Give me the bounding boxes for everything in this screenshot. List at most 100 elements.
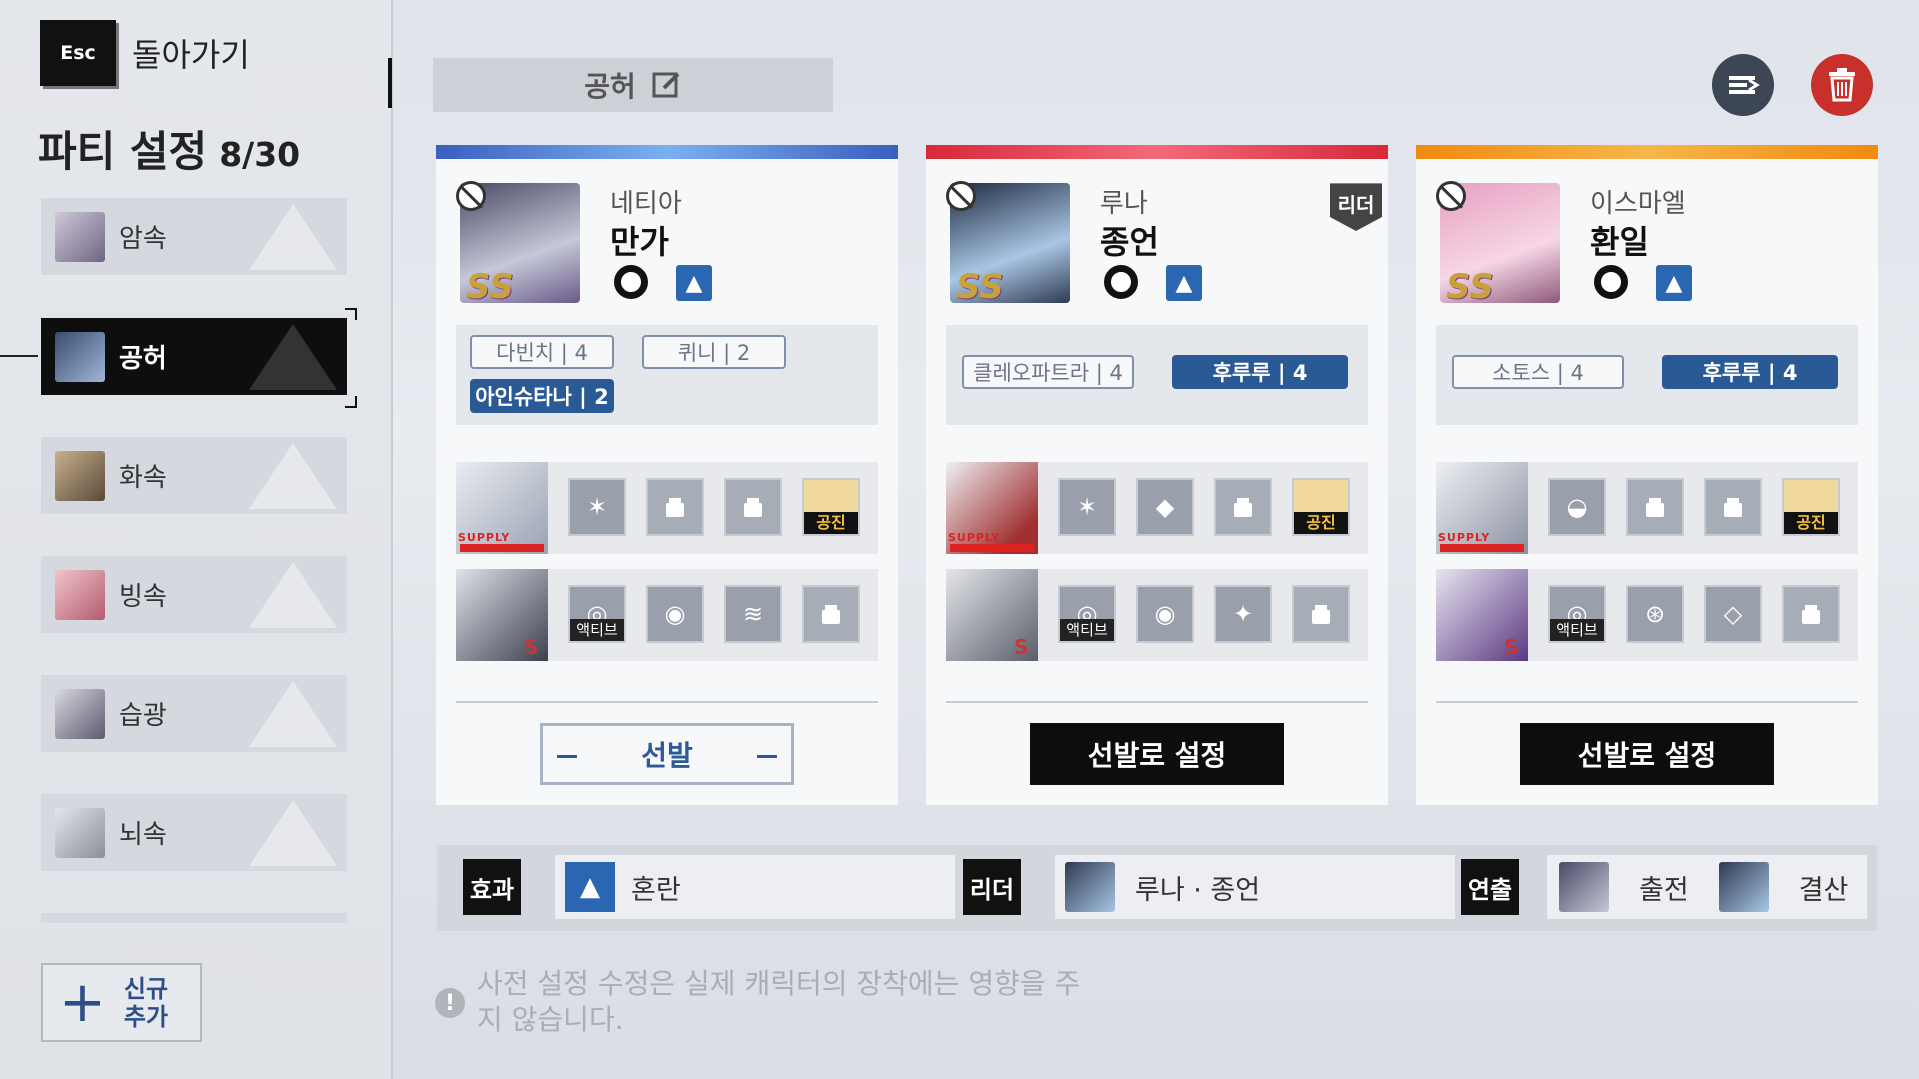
skill-slot[interactable]: ◉	[646, 585, 704, 643]
set-starter-button[interactable]: 선발로 설정	[1030, 723, 1284, 785]
add-party-button[interactable]: + 신규 추가	[41, 963, 202, 1042]
tag-chip[interactable]: 다빈치 | 4	[470, 335, 614, 369]
party-info-bar: 효과 ▲ 혼란 리더 루나 · 종언 연출 출전 결산	[437, 845, 1877, 931]
edit-icon	[652, 72, 680, 98]
lock-icon[interactable]	[1782, 585, 1840, 643]
tag-chip[interactable]: 아인슈타나 | 2	[470, 379, 614, 413]
sort-icon	[1729, 76, 1760, 94]
rarity-bar	[1440, 544, 1524, 552]
skill-slot[interactable]: ≋	[724, 585, 782, 643]
active-skill-slot[interactable]: ◎ 액티브	[1058, 585, 1116, 643]
esc-button[interactable]: Esc	[40, 20, 116, 86]
divider	[1436, 701, 1858, 703]
leader-key: 리더	[963, 859, 1021, 915]
skill-slot[interactable]: ✶	[1058, 478, 1116, 536]
effect-segment[interactable]: ▲ 혼란	[555, 855, 955, 919]
echo-row: S ◎ 액티브 ◉ ≋	[456, 569, 878, 661]
selection-marker	[0, 355, 38, 357]
sidebar-item-label: 화속	[119, 463, 167, 493]
starter-button[interactable]: 선발	[540, 723, 794, 785]
lock-icon[interactable]	[1214, 478, 1272, 536]
sidebar-item-ice[interactable]: 빙속	[41, 556, 347, 633]
tag-chip[interactable]: 퀴니 | 2	[642, 335, 786, 369]
sort-button[interactable]	[1712, 54, 1774, 116]
leader-segment[interactable]: 루나 · 종언	[1055, 855, 1455, 919]
add-party-label: 신규 추가	[123, 974, 169, 1031]
plus-icon: +	[59, 969, 106, 1035]
lock-icon[interactable]	[1626, 478, 1684, 536]
active-skill-slot[interactable]: ◎ 액티브	[1548, 585, 1606, 643]
echo-slot[interactable]: S	[946, 569, 1038, 661]
tag-chip[interactable]: 클레오파트라 | 4	[962, 355, 1134, 389]
back-label[interactable]: 돌아가기	[132, 30, 250, 76]
tag-chip[interactable]: 후루루 | 4	[1662, 355, 1838, 389]
partner-slot[interactable]: 공진	[1292, 478, 1350, 536]
notice-text: 사전 설정 수정은 실제 캐릭터의 장착에는 영향을 주지 않습니다.	[477, 967, 1081, 1036]
sidebar-item-fire[interactable]: 화속	[41, 437, 347, 514]
echo-slot[interactable]: S	[456, 569, 548, 661]
skill-slot[interactable]: ◒	[1548, 478, 1606, 536]
rarity-bar	[950, 544, 1034, 552]
active-label: 액티브	[1060, 619, 1114, 641]
partner-slot[interactable]: 공진	[802, 478, 860, 536]
sidebar-item-label: 습광	[119, 701, 167, 731]
skill-slot[interactable]: ⊛	[1626, 585, 1684, 643]
party-sidebar: Esc 돌아가기 파티 설정 8/30 암속 공허 화속 빙속 습광 뇌속 + 신…	[0, 0, 393, 1079]
weapon-slot[interactable]: SUPPLY	[456, 462, 548, 554]
show-segment[interactable]: 출전 결산	[1547, 855, 1867, 919]
character-card: SS 루나 종언 리더 ▲ 클레오파트라 | 4 후루루 | 4 SUPPLY …	[926, 145, 1388, 805]
weapon-row: SUPPLY ◒ 공진	[1436, 462, 1858, 554]
void-element-icon	[1104, 265, 1138, 299]
effect-key: 효과	[463, 859, 521, 915]
tag-box: 다빈치 | 4 퀴니 | 2 아인슈타나 | 2	[456, 325, 878, 425]
echo-row: S ◎ 액티브 ◉ ✦	[946, 569, 1368, 661]
sidebar-item-light[interactable]: 습광	[41, 675, 347, 752]
notice: ! 사전 설정 수정은 실제 캐릭터의 장착에는 영향을 주지 않습니다.	[435, 966, 1097, 1038]
lock-icon[interactable]	[802, 585, 860, 643]
avatar	[55, 807, 105, 858]
no-equip-icon	[1436, 181, 1466, 211]
avatar	[55, 569, 105, 620]
show-key: 연출	[1461, 859, 1519, 915]
skill-slot[interactable]: ✶	[568, 478, 626, 536]
character-name: 종언	[1100, 223, 1159, 261]
party-count: 8/30	[219, 135, 301, 174]
show-avatar	[1559, 862, 1609, 912]
sidebar-item-void[interactable]: 공허	[41, 318, 347, 395]
weapon-slot[interactable]: SUPPLY	[1436, 462, 1528, 554]
grade-badge: S	[524, 635, 539, 659]
lock-icon[interactable]	[1292, 585, 1350, 643]
skill-slot[interactable]: ◆	[1136, 478, 1194, 536]
tag-chip[interactable]: 후루루 | 4	[1172, 355, 1348, 389]
avatar	[55, 331, 105, 382]
partner-label: 공진	[1784, 512, 1838, 534]
weapon-slot[interactable]: SUPPLY	[946, 462, 1038, 554]
divider	[456, 701, 878, 703]
echo-slot[interactable]: S	[1436, 569, 1528, 661]
tag-box: 소토스 | 4 후루루 | 4	[1436, 325, 1858, 425]
supply-label: SUPPLY	[458, 531, 511, 544]
skill-slot[interactable]: ✦	[1214, 585, 1272, 643]
tag-chip[interactable]: 소토스 | 4	[1452, 355, 1624, 389]
selection-corner	[345, 396, 357, 408]
party-name-field[interactable]: 공허	[433, 58, 833, 112]
avatar	[55, 688, 105, 739]
skill-slot[interactable]: ◇	[1704, 585, 1762, 643]
divider	[946, 701, 1368, 703]
active-skill-slot[interactable]: ◎ 액티브	[568, 585, 626, 643]
lock-icon[interactable]	[724, 478, 782, 536]
leader-avatar	[1065, 862, 1115, 912]
delete-button[interactable]	[1811, 54, 1873, 116]
partner-slot[interactable]: 공진	[1782, 478, 1840, 536]
lock-icon[interactable]	[646, 478, 704, 536]
show-value-2: 결산	[1798, 874, 1849, 906]
skill-slot[interactable]: ◉	[1136, 585, 1194, 643]
sidebar-item-label: 공허	[119, 344, 167, 374]
lock-icon[interactable]	[1704, 478, 1762, 536]
sidebar-item-thunder[interactable]: 뇌속	[41, 794, 347, 871]
set-starter-button[interactable]: 선발로 설정	[1520, 723, 1774, 785]
trash-icon	[1829, 68, 1855, 102]
sidebar-item-dark[interactable]: 암속	[41, 198, 347, 275]
rank-badge: SS	[956, 267, 1004, 307]
partner-label: 공진	[1294, 512, 1348, 534]
